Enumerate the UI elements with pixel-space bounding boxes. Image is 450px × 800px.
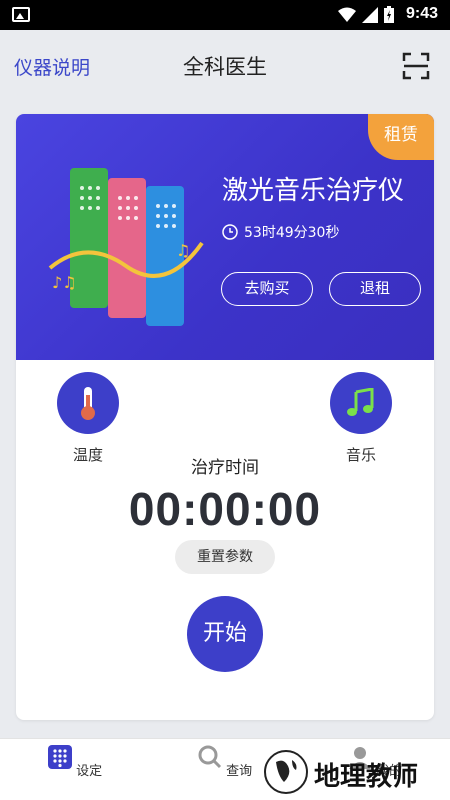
treatment-time-title: 治疗时间 (191, 458, 259, 478)
nav-tab-query[interactable]: 查询 (195, 745, 255, 779)
music-note-icon (347, 388, 374, 416)
remaining-time-value: 53时49分30秒 (244, 225, 340, 241)
music-button[interactable] (330, 372, 392, 434)
start-button[interactable]: 开始 (187, 596, 263, 672)
wifi-icon (338, 7, 356, 22)
nav-label-query: 查询 (226, 764, 253, 779)
svg-text:♫: ♫ (176, 241, 190, 260)
device-banner: ♪♫ ♫ 租赁 激光音乐治疗仪 53时49分30秒 去购买 退租 (16, 114, 434, 360)
nav-tab-settings[interactable]: 设定 (45, 745, 105, 779)
page-title: 全科医生 (183, 55, 267, 79)
status-bar: 9:43 (0, 0, 450, 30)
keypad-icon (47, 745, 72, 769)
image-notification-icon (12, 7, 30, 22)
remaining-time: 53时49分30秒 (222, 222, 339, 242)
battery-icon (384, 6, 394, 23)
buy-button[interactable]: 去购买 (221, 272, 313, 306)
signal-icon (362, 6, 378, 23)
search-icon (198, 745, 221, 769)
reset-parameters-button[interactable]: 重置参数 (175, 540, 275, 574)
svg-text:♪♫: ♪♫ (52, 273, 77, 292)
app-header: 仪器说明 全科医生 (0, 30, 450, 102)
clock-icon (222, 224, 238, 240)
return-rental-button[interactable]: 退租 (329, 272, 421, 306)
rental-badge: 租赁 (368, 114, 434, 160)
status-time: 9:43 (405, 5, 438, 22)
globe-logo-icon (264, 750, 308, 794)
watermark: 地理教师 (262, 748, 447, 800)
device-image: ♪♫ ♫ (48, 168, 204, 326)
system-icons (338, 6, 394, 23)
nav-label-settings: 设定 (76, 764, 103, 779)
timer-display: 00:00:00 (128, 483, 322, 535)
thermometer-icon (81, 387, 95, 420)
scan-icon[interactable] (402, 52, 430, 80)
device-name: 激光音乐治疗仪 (222, 176, 405, 206)
device-card: ♪♫ ♫ 租赁 激光音乐治疗仪 53时49分30秒 去购买 退租 温度 音乐 治… (16, 114, 434, 720)
temperature-button[interactable] (57, 372, 119, 434)
watermark-text: 地理教师 (314, 762, 419, 792)
